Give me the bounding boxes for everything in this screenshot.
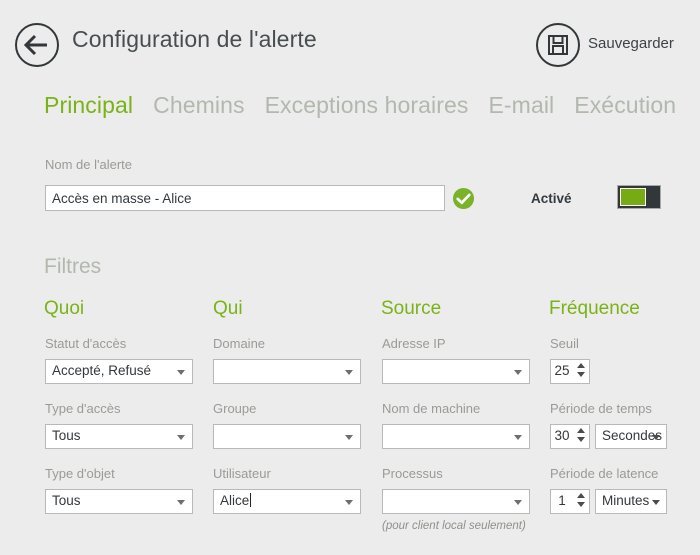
label-adresse-ip: Adresse IP xyxy=(382,336,446,351)
label-nom-de-machine: Nom de machine xyxy=(382,401,481,416)
spinner-arrows-icon[interactable] xyxy=(576,363,585,380)
combo-type-dobjet-value: Tous xyxy=(52,493,81,508)
label-domaine: Domaine xyxy=(213,336,266,351)
chevron-down-icon xyxy=(652,500,660,505)
spinner-periode-de-latence-value: 1 xyxy=(558,493,566,508)
spinner-seuil[interactable]: 25 xyxy=(550,359,590,384)
spinner-seuil-value: 25 xyxy=(554,363,570,378)
combo-type-dacces-value: Tous xyxy=(52,428,81,443)
spinner-periode-de-temps-value: 30 xyxy=(554,428,570,443)
chevron-down-icon xyxy=(345,500,353,505)
page-header: Configuration de l'alerte Sauvegarder xyxy=(0,0,700,88)
tab-bar: Principal Chemins Exceptions horaires E-… xyxy=(44,92,676,119)
chevron-down-icon xyxy=(514,435,522,440)
column-title-quoi: Quoi xyxy=(44,298,85,319)
combo-groupe[interactable] xyxy=(213,424,361,449)
combo-type-dobjet[interactable]: Tous xyxy=(45,489,193,514)
combo-processus[interactable] xyxy=(382,489,530,514)
page-title: Configuration de l'alerte xyxy=(72,26,317,52)
label-seuil: Seuil xyxy=(550,336,579,351)
chevron-down-icon xyxy=(514,500,522,505)
label-statut-dacces: Statut d'accès xyxy=(45,336,127,351)
save-label[interactable]: Sauvegarder xyxy=(588,35,674,52)
chevron-down-icon xyxy=(345,370,353,375)
green-check-circle-icon xyxy=(452,187,475,210)
combo-utilisateur-value: Alice xyxy=(220,493,250,508)
combo-nom-de-machine[interactable] xyxy=(382,424,530,449)
unit-periode-de-latence[interactable]: Minutes xyxy=(595,489,667,514)
combo-statut-dacces-value: Accepté, Refusé xyxy=(52,363,152,378)
column-title-qui: Qui xyxy=(213,298,243,319)
combo-statut-dacces[interactable]: Accepté, Refusé xyxy=(45,359,193,384)
label-periode-de-latence: Période de latence xyxy=(550,466,659,481)
filters-section-title: Filtres xyxy=(44,255,102,278)
back-arrow-icon xyxy=(23,34,47,56)
combo-adresse-ip[interactable] xyxy=(382,359,530,384)
combo-utilisateur[interactable]: Alice xyxy=(213,489,361,514)
chevron-down-icon xyxy=(177,500,185,505)
tab-principal[interactable]: Principal xyxy=(44,92,133,119)
enabled-toggle[interactable] xyxy=(617,185,661,209)
label-processus: Processus xyxy=(382,466,443,481)
label-utilisateur: Utilisateur xyxy=(213,466,271,481)
chevron-down-icon xyxy=(514,370,522,375)
chevron-down-icon xyxy=(177,435,185,440)
combo-domaine[interactable] xyxy=(213,359,361,384)
spinner-periode-de-temps[interactable]: 30 xyxy=(550,424,590,449)
unit-periode-de-latence-value: Minutes xyxy=(602,493,650,508)
spinner-arrows-icon[interactable] xyxy=(576,428,585,445)
tab-chemins[interactable]: Chemins xyxy=(153,92,244,119)
alert-name-input[interactable] xyxy=(45,185,445,211)
chevron-down-icon xyxy=(652,435,660,440)
floppy-disk-save-icon xyxy=(548,35,568,55)
toggle-knob xyxy=(620,188,646,206)
label-type-dobjet: Type d'objet xyxy=(45,466,115,481)
combo-type-dacces[interactable]: Tous xyxy=(45,424,193,449)
enabled-label: Activé xyxy=(531,191,572,206)
label-periode-de-temps: Période de temps xyxy=(550,401,652,416)
spinner-periode-de-latence[interactable]: 1 xyxy=(550,489,590,514)
chevron-down-icon xyxy=(177,370,185,375)
save-button[interactable] xyxy=(536,23,580,67)
column-title-frequence: Fréquence xyxy=(549,298,640,319)
unit-periode-de-temps[interactable]: Secondes xyxy=(595,424,667,449)
tab-exceptions-horaires[interactable]: Exceptions horaires xyxy=(265,92,469,119)
column-title-source: Source xyxy=(381,298,442,319)
label-type-dacces: Type d'accès xyxy=(45,401,121,416)
processus-note: (pour client local seulement) xyxy=(382,520,526,532)
tab-email[interactable]: E-mail xyxy=(488,92,554,119)
tab-execution[interactable]: Exécution xyxy=(574,92,676,119)
spinner-arrows-icon[interactable] xyxy=(576,493,585,510)
alert-name-label: Nom de l'alerte xyxy=(45,157,133,172)
label-groupe: Groupe xyxy=(213,401,257,416)
chevron-down-icon xyxy=(345,435,353,440)
back-button[interactable] xyxy=(15,23,59,67)
